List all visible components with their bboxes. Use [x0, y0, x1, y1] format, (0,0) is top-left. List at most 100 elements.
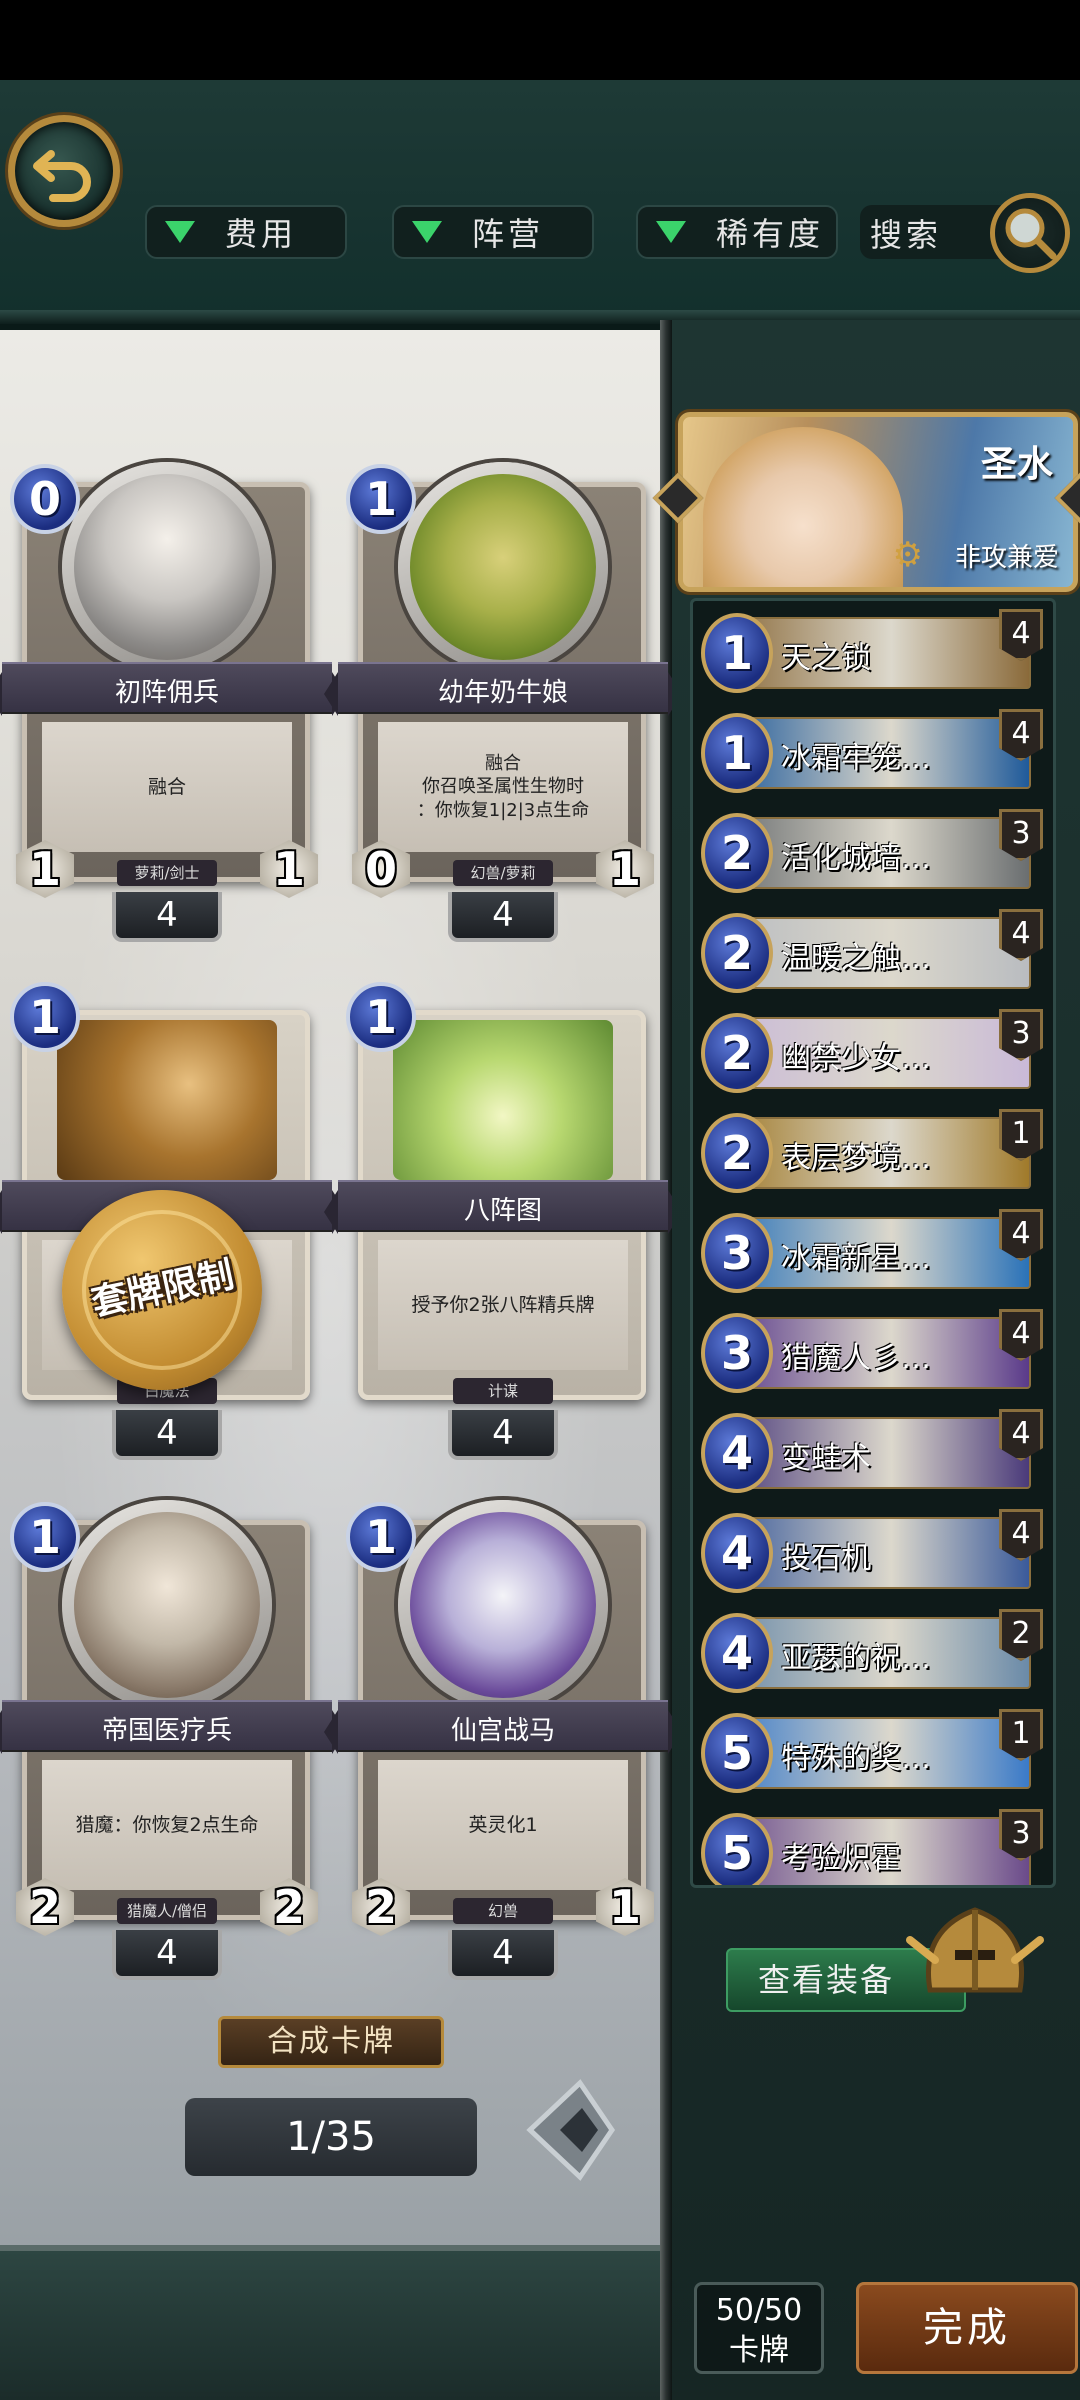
filter-faction-label: 阵营	[472, 215, 545, 253]
helmet-icon[interactable]	[900, 1880, 1050, 2030]
card-description: 猎魔：你恢复2点生命	[42, 1760, 292, 1890]
deck-item-name: 表层梦境…	[781, 1141, 931, 1176]
card-description: 融合 你召唤圣属性生物时 ：你恢复1|2|3点生命	[378, 722, 628, 852]
card-item[interactable]: 帝国医疗兵 猎魔：你恢复2点生命 猎魔人/僧侣 2 2 1 4	[0, 1500, 346, 1980]
deck-item-cost: 4	[701, 1513, 773, 1593]
card-tribe: 幻兽/萝莉	[453, 860, 553, 886]
deck-item-name: 猎魔人彡…	[781, 1341, 931, 1376]
card-owned-count: 4	[112, 1410, 222, 1460]
deck-item-name: 冰霜牢笼…	[781, 741, 931, 776]
deck-item-name: 温暖之触…	[781, 941, 931, 976]
deck-item-name: 活化城墙…	[781, 841, 931, 876]
magnifier-icon	[1005, 208, 1057, 260]
deck-card-count: 50/50 卡牌	[694, 2282, 824, 2374]
dropdown-triangle-icon	[165, 221, 195, 243]
card-name: 幼年奶牛娘	[437, 678, 568, 708]
deck-item-cost: 5	[701, 1813, 773, 1885]
deck-item-name: 变蛙术	[781, 1441, 871, 1476]
card-description: 授予你2张八阵精兵牌	[378, 1240, 628, 1370]
hero-portrait	[703, 427, 903, 587]
deck-list-item[interactable]: 温暖之触… 2 4	[701, 909, 1051, 995]
card-item[interactable]: 初阵佣兵 融合 萝莉/剑士 1 1 0 4	[0, 462, 346, 942]
deck-item-name: 特殊的奖…	[781, 1741, 931, 1776]
card-portrait	[410, 474, 596, 660]
deck-list-item[interactable]: 幽禁少女… 2 3	[701, 1009, 1051, 1095]
card-cost: 1	[10, 982, 80, 1052]
deck-item-cost: 2	[701, 913, 773, 993]
deck-list-item[interactable]: 考验炽霍 5 3	[701, 1809, 1051, 1885]
deck-list-item[interactable]: 表层梦境… 2 1	[701, 1109, 1051, 1195]
deck-item-cost: 1	[701, 713, 773, 793]
deck-item-cost: 4	[701, 1613, 773, 1693]
card-cost: 0	[10, 464, 80, 534]
deck-item-name: 投石机	[781, 1541, 871, 1576]
card-tribe: 猎魔人/僧侣	[117, 1898, 217, 1924]
dropdown-triangle-icon	[656, 221, 686, 243]
card-name: 八阵图	[463, 1196, 542, 1226]
deck-list-item[interactable]: 猎魔人彡… 3 4	[701, 1309, 1051, 1395]
card-tribe: 计谋	[453, 1378, 553, 1404]
deck-list-item[interactable]: 亚瑟的祝… 4 2	[701, 1609, 1051, 1695]
deck-item-cost: 2	[701, 813, 773, 893]
card-tribe: 幻兽	[453, 1898, 553, 1924]
bottom-bar	[0, 2245, 660, 2400]
deck-list-item[interactable]: 特殊的奖… 5 1	[701, 1709, 1051, 1795]
hero-card[interactable]: 圣水 ⚙ 非攻兼爱	[678, 412, 1078, 592]
deck-item-name: 幽禁少女…	[781, 1041, 931, 1076]
card-owned-count: 4	[448, 892, 558, 942]
deck-item-cost: 2	[701, 1013, 773, 1093]
deck-list-item[interactable]: 冰霜牢笼… 1 4	[701, 709, 1051, 795]
deck-item-cost: 5	[701, 1713, 773, 1793]
gear-icon: ⚙	[892, 535, 923, 575]
card-tribe: 萝莉/剑士	[117, 860, 217, 886]
deck-limit-seal: 套牌限制	[62, 1190, 262, 1390]
next-page-button[interactable]	[520, 2075, 620, 2185]
deck-card-list[interactable]: 天之锁 1 4 冰霜牢笼… 1 4 活化城墙… 2 3 温暖之触… 2 4 幽禁少女… 2 3 表层梦境… 2 1…	[690, 598, 1056, 1888]
card-portrait	[410, 1512, 596, 1698]
deck-item-cost: 3	[701, 1213, 773, 1293]
deck-list-item[interactable]: 活化城墙… 2 3	[701, 809, 1051, 895]
deck-item-cost: 2	[701, 1113, 773, 1193]
deck-item-name: 亚瑟的祝…	[781, 1641, 931, 1676]
card-portrait	[74, 1512, 260, 1698]
card-owned-count: 4	[448, 1930, 558, 1980]
craft-card-button[interactable]: 合成卡牌	[218, 2016, 444, 2068]
deck-list-item[interactable]: 投石机 4 4	[701, 1509, 1051, 1595]
deck-list-item[interactable]: 天之锁 1 4	[701, 609, 1051, 695]
next-page-icon	[526, 2079, 616, 2181]
deck-count-label: 卡牌	[729, 2333, 789, 2368]
card-item[interactable]: 幼年奶牛娘 融合 你召唤圣属性生物时 ：你恢复1|2|3点生命 幻兽/萝莉 0 …	[324, 462, 682, 942]
done-button[interactable]: 完成	[856, 2282, 1078, 2374]
filter-cost[interactable]: 费用	[145, 205, 347, 259]
filter-faction[interactable]: 阵营	[392, 205, 594, 259]
deck-item-name: 考验炽霍	[781, 1841, 901, 1876]
back-button[interactable]	[8, 115, 120, 227]
deck-item-name: 冰霜新星…	[781, 1241, 931, 1276]
hero-skill: 非攻兼爱	[954, 543, 1059, 573]
deck-count-value: 50/50	[715, 2293, 803, 2328]
card-name: 初阵佣兵	[114, 678, 219, 708]
deck-list-item[interactable]: 冰霜新星… 3 4	[701, 1209, 1051, 1295]
card-owned-count: 4	[448, 1410, 558, 1460]
deck-list-item[interactable]: 变蛙术 4 4	[701, 1409, 1051, 1495]
deck-item-cost: 3	[701, 1313, 773, 1393]
status-bar	[0, 0, 1080, 80]
filter-cost-label: 费用	[225, 215, 298, 253]
card-item[interactable]: 八阵图 授予你2张八阵精兵牌 计谋 1 4	[324, 980, 682, 1460]
card-cost: 1	[346, 464, 416, 534]
page-indicator: 1/35	[185, 2098, 477, 2176]
filter-rarity-label: 稀有度	[716, 215, 825, 253]
deck-item-cost: 1	[701, 613, 773, 693]
card-cost: 1	[10, 1502, 80, 1572]
search-label: 搜索	[870, 216, 943, 254]
card-portrait	[393, 1020, 613, 1180]
card-item[interactable]: 仙宫战马 英灵化1 幻兽 2 1 1 4	[324, 1500, 682, 1980]
dropdown-triangle-icon	[412, 221, 442, 243]
filter-rarity[interactable]: 稀有度	[636, 205, 838, 259]
card-name: 帝国医疗兵	[101, 1716, 232, 1746]
card-cost: 1	[346, 982, 416, 1052]
card-owned-count: 4	[112, 1930, 222, 1980]
card-portrait	[57, 1020, 277, 1180]
search-button[interactable]	[990, 193, 1070, 273]
card-cost: 1	[346, 1502, 416, 1572]
